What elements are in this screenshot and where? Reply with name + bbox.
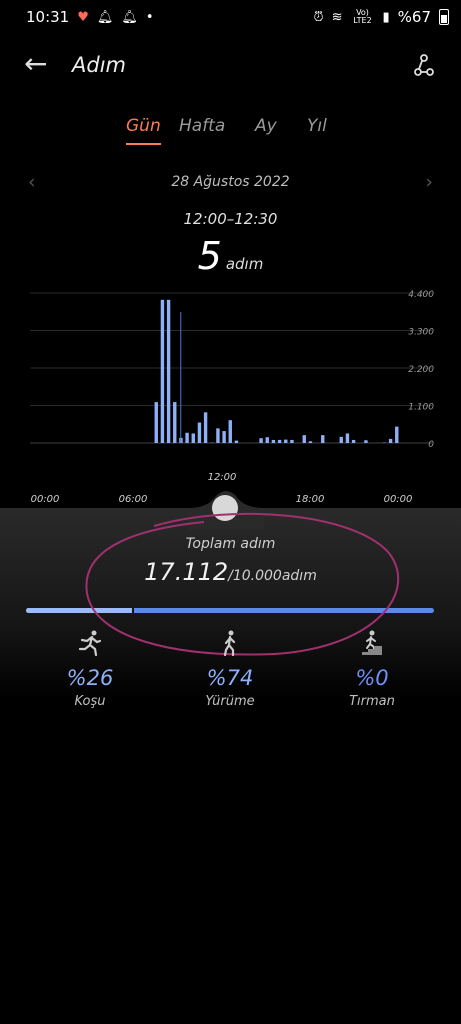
total-steps-label: Toplam adım: [185, 536, 276, 552]
chart-bar: [259, 438, 263, 443]
climbing-label: Tırman: [349, 694, 395, 709]
walking-label: Yürüme: [205, 694, 255, 709]
x-tick-label: 06:00: [119, 494, 148, 505]
chart-bar: [345, 433, 350, 443]
chart-bar: [302, 435, 306, 443]
bell-icon: 🔔︎: [121, 9, 138, 25]
network-indicator: Vo) LTE2: [353, 8, 372, 25]
next-date-icon[interactable]: ›: [425, 171, 433, 193]
chart-bar: [290, 439, 294, 443]
status-bar: 10:31 ♥ 🔔︎ 🔔︎ • ⏰︎ ≋ Vo) LTE2 ▮ %67: [0, 0, 461, 34]
chart-bar: [339, 436, 343, 443]
chart-bar: [216, 428, 220, 443]
y-tick-label: 2.200: [408, 365, 434, 375]
share-icon[interactable]: [411, 52, 437, 78]
steps-bar-chart[interactable]: 4.400 3.300 2.200 1.100 0 00:00 06:00 12:00 18:0…: [0, 280, 461, 510]
chart-bar: [234, 440, 239, 443]
selected-steps-value: 5: [197, 234, 222, 278]
progress-divider: [132, 608, 135, 613]
chart-bar: [154, 402, 158, 443]
goal-progress-bar: [26, 608, 434, 613]
chart-bar: [203, 412, 208, 443]
tab-month[interactable]: Ay: [255, 116, 277, 136]
y-tick-label: 0: [428, 440, 434, 450]
tab-week[interactable]: Hafta: [179, 116, 225, 136]
battery-percent: %67: [397, 8, 431, 26]
chart-bar: [265, 437, 269, 443]
tab-year[interactable]: Yıl: [307, 116, 327, 136]
chart-bar: [388, 438, 393, 443]
y-tick-label: 3.300: [408, 328, 434, 338]
steps-goal: /10.000adım: [228, 568, 317, 584]
chart-bar: [160, 299, 165, 443]
date-navigator: ‹ 28 Ağustos 2022 ›: [0, 171, 461, 194]
climbing-percent: %0: [355, 666, 389, 690]
period-tabs: Gün Hafta Ay Yıl: [0, 116, 461, 152]
chart-bar: [197, 422, 202, 443]
heart-rate-icon: ♥: [77, 9, 89, 25]
chart-bar: [222, 431, 226, 443]
x-tick-label: 00:00: [31, 494, 60, 505]
walking-icon: [223, 630, 236, 656]
dot-icon: •: [145, 9, 154, 25]
page-title: Adım: [72, 53, 126, 77]
back-arrow-icon[interactable]: ←: [24, 50, 47, 78]
running-icon: [78, 630, 102, 656]
x-tick-label: 12:00: [208, 472, 237, 483]
chart-bar: [277, 439, 282, 443]
running-label: Koşu: [74, 694, 106, 709]
chart-bar: [308, 441, 313, 443]
tab-day[interactable]: Gün: [126, 116, 161, 145]
wifi-icon: ≋: [331, 9, 343, 25]
status-time: 10:31: [26, 8, 70, 26]
activity-climbing: %0 Tırman: [312, 630, 432, 709]
battery-icon: [439, 9, 449, 25]
progress-running-segment: [26, 608, 133, 613]
selected-time-range: 12:00–12:30: [183, 210, 278, 228]
date-label: 28 Ağustos 2022: [171, 174, 290, 190]
alarm-icon: ⏰︎: [313, 9, 324, 25]
time-slider-handle[interactable]: [212, 495, 238, 521]
app-bar: ← Adım: [0, 40, 461, 90]
chart-bar: [191, 433, 195, 443]
chart-bar: [271, 439, 276, 443]
chart-bar: [321, 435, 325, 443]
running-percent: %26: [66, 666, 114, 690]
y-tick-label: 1.100: [408, 403, 434, 413]
stairs-climbing-icon: [362, 630, 382, 655]
x-tick-label: 18:00: [296, 494, 325, 505]
walking-percent: %74: [206, 666, 254, 690]
x-tick-label: 00:00: [384, 494, 413, 505]
chart-bar: [166, 299, 171, 443]
chart-bar: [364, 440, 368, 443]
y-tick-label: 4.400: [408, 290, 434, 300]
chart-bar: [351, 439, 356, 443]
activity-walking: %74 Yürüme: [170, 630, 290, 709]
chart-bar: [284, 439, 288, 443]
selected-steps: 5 adım: [0, 234, 461, 278]
chart-bar: [228, 420, 232, 443]
bell-icon: 🔔︎: [96, 9, 114, 25]
selected-steps-unit: adım: [225, 255, 264, 273]
chart-bar: [185, 432, 189, 443]
activity-running: %26 Koşu: [30, 630, 150, 709]
signal-icon: ▮: [382, 9, 390, 25]
total-steps: 17.112/10.000adım: [0, 558, 461, 586]
chart-bar: [173, 402, 177, 443]
chart-bar: [395, 426, 399, 443]
total-steps-value: 17.112: [144, 558, 229, 586]
